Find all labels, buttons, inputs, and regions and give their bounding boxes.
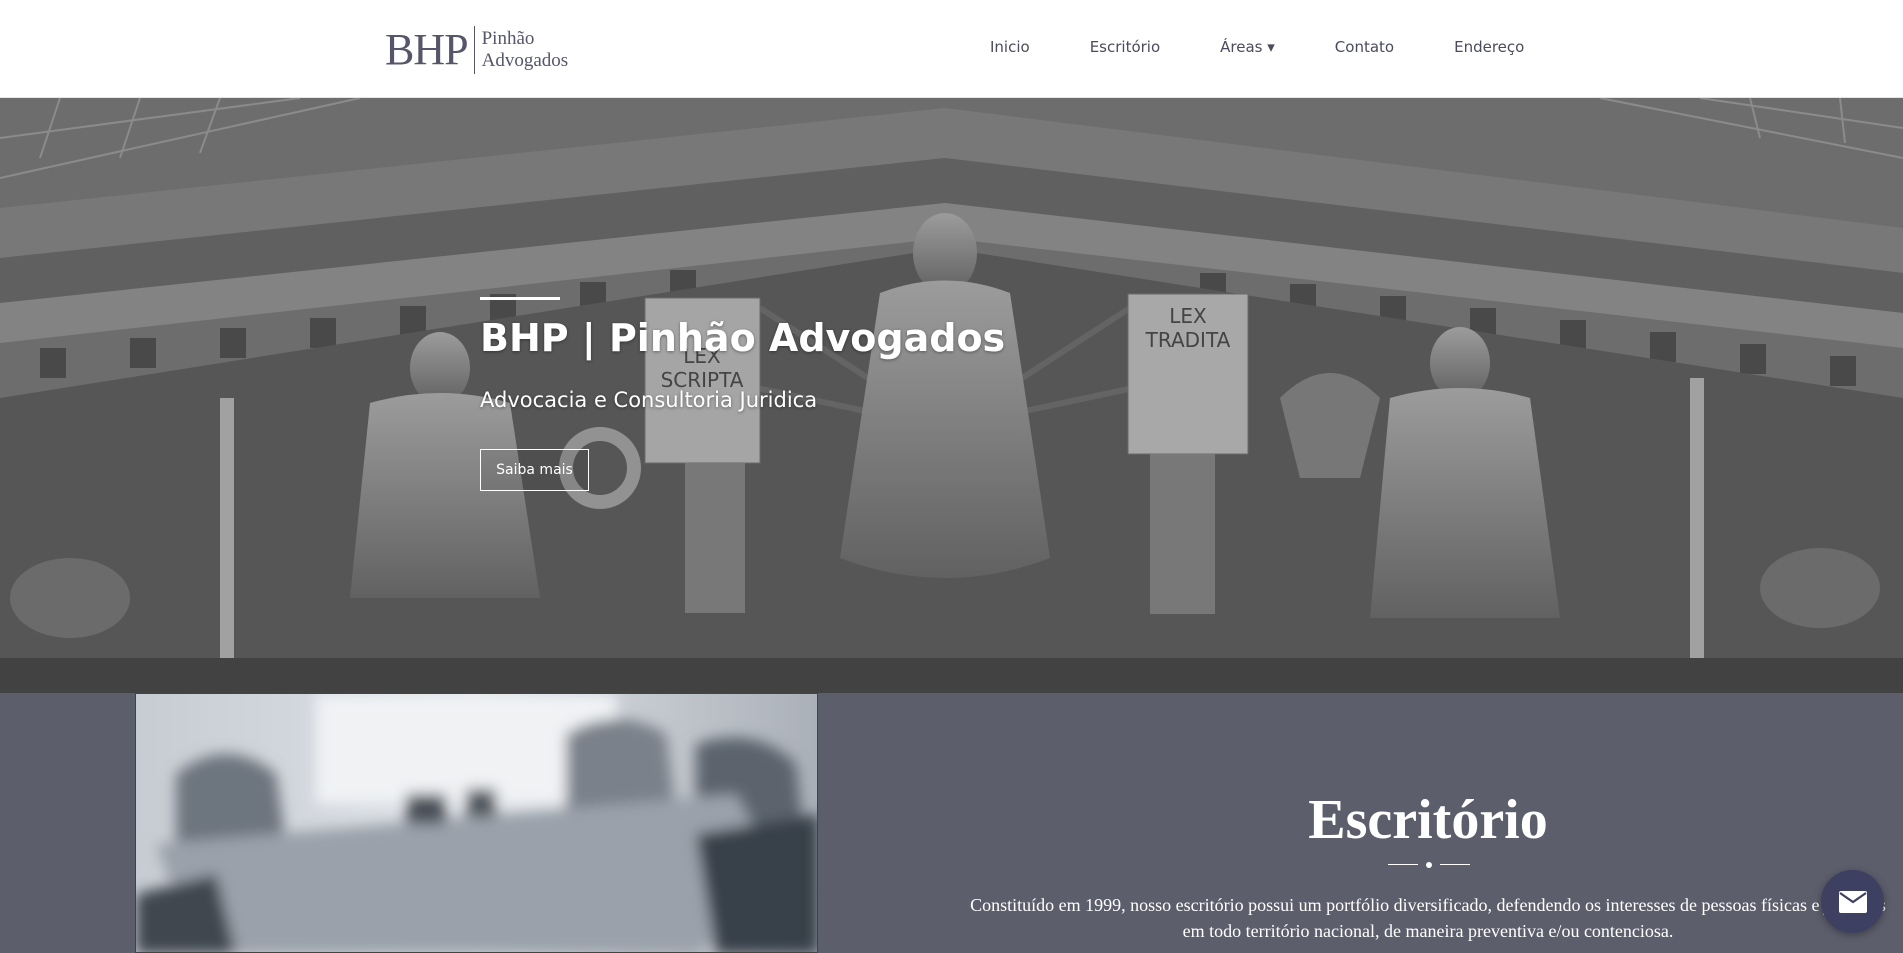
hero-title: BHP | Pinhão Advogados — [480, 316, 1006, 360]
logo-line-2: Advogados — [481, 50, 569, 71]
logo-divider — [473, 26, 475, 74]
nav-contato[interactable]: Contato — [1335, 38, 1394, 56]
main-nav: Inicio Escritório Áreas ▾ Contato Endere… — [990, 38, 1524, 56]
site-header: BHP Pinhão Advogados Inicio Escritório Á… — [0, 0, 1903, 98]
escritorio-section: Escritório Constituído em 1999, nosso es… — [0, 693, 1903, 953]
office-photo — [135, 693, 818, 953]
logo-mark: BHP — [385, 25, 469, 74]
envelope-icon — [1838, 890, 1867, 913]
logo-line-1: Pinhão — [481, 28, 535, 49]
saiba-mais-button[interactable]: Saiba mais — [480, 449, 589, 491]
escritorio-description: Constituído em 1999, nosso escritório po… — [970, 895, 1886, 941]
hero-banner: LEX SCRIPTA LEX TRADITA BHP | Pinhão Advog… — [0, 98, 1903, 693]
title-ornament — [1388, 860, 1470, 870]
nav-escritorio[interactable]: Escritório — [1090, 38, 1160, 56]
contact-mail-button[interactable] — [1821, 870, 1884, 933]
nav-areas-dropdown[interactable]: Áreas ▾ — [1220, 38, 1275, 56]
nav-inicio[interactable]: Inicio — [990, 38, 1030, 56]
hero-subtitle: Advocacia e Consultoria Juridica — [480, 388, 818, 412]
logo[interactable]: BHP Pinhão Advogados — [385, 26, 568, 74]
logo-words: Pinhão Advogados — [482, 28, 569, 72]
hero-pediment-image: LEX SCRIPTA LEX TRADITA — [0, 98, 1903, 693]
escritorio-title: Escritório — [1308, 789, 1548, 851]
nav-endereco[interactable]: Endereço — [1454, 38, 1524, 56]
hero-accent-line — [480, 297, 560, 300]
